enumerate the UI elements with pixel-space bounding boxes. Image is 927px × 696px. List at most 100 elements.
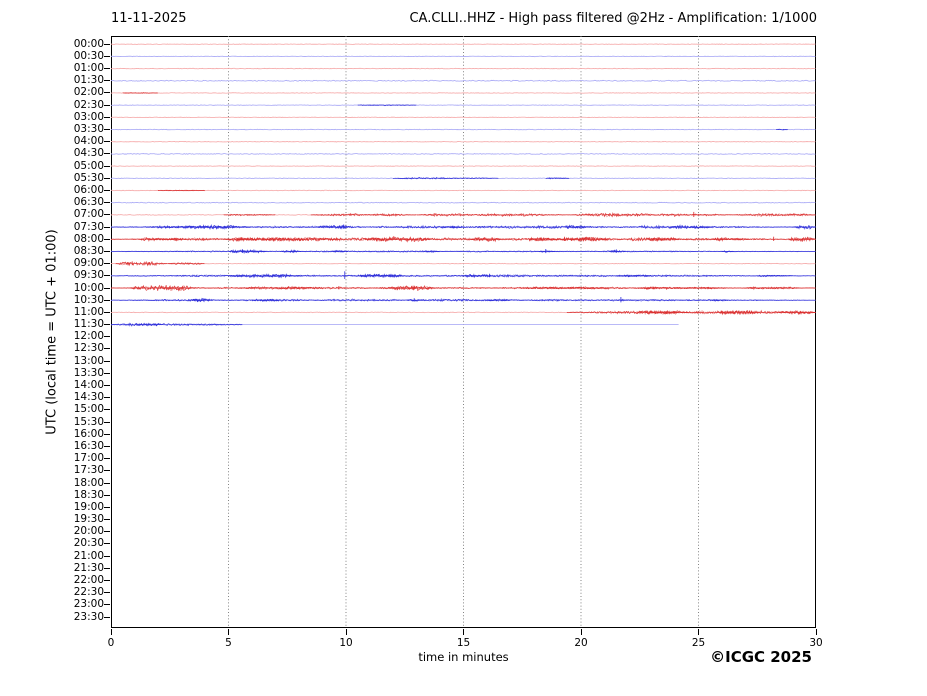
trace-path [111,263,815,264]
y-tick-mark [104,409,110,410]
y-tick-label: 16:00 [42,429,104,440]
x-tick-mark [816,629,817,635]
y-tick-mark [104,531,110,532]
chart-title: CA.CLLI..HHZ - High pass filtered @2Hz -… [409,11,817,26]
x-tick-label: 15 [449,637,479,649]
y-tick-label: 06:30 [42,197,104,208]
y-tick-label: 08:30 [42,246,104,257]
y-tick-label: 07:30 [42,222,104,233]
y-tick-label: 02:30 [42,100,104,111]
y-tick-mark [104,580,110,581]
y-tick-mark [104,604,110,605]
trace-path [111,105,815,106]
y-tick-mark [104,348,110,349]
y-tick-mark [104,239,110,240]
y-tick-mark [104,214,110,215]
y-tick-label: 17:30 [42,465,104,476]
y-tick-mark [104,153,110,154]
x-tick-mark [698,629,699,635]
trace-path [111,68,815,69]
y-tick-mark [104,190,110,191]
y-tick-mark [104,556,110,557]
y-tick-mark [104,300,110,301]
y-tick-label: 14:30 [42,392,104,403]
y-tick-mark [104,592,110,593]
y-tick-mark [104,44,110,45]
y-tick-label: 00:30 [42,51,104,62]
y-tick-label: 19:00 [42,502,104,513]
y-tick-label: 10:30 [42,295,104,306]
y-tick-label: 11:00 [42,307,104,318]
y-tick-label: 08:00 [42,234,104,245]
y-tick-mark [104,288,110,289]
y-tick-mark [104,361,110,362]
y-tick-mark [104,263,110,264]
x-tick-mark [463,629,464,635]
y-tick-label: 21:30 [42,563,104,574]
y-tick-mark [104,385,110,386]
trace-path [111,129,815,130]
y-tick-mark [104,141,110,142]
seismogram-canvas [111,36,816,628]
y-tick-label: 17:00 [42,453,104,464]
y-tick-label: 12:30 [42,343,104,354]
y-tick-mark [104,422,110,423]
y-tick-label: 15:30 [42,417,104,428]
y-tick-mark [104,80,110,81]
y-tick-mark [104,129,110,130]
y-tick-mark [104,507,110,508]
y-tick-mark [104,495,110,496]
trace-path [130,285,196,290]
seismogram-figure: 11-11-2025 CA.CLLI..HHZ - High pass filt… [0,0,927,696]
y-tick-mark [104,166,110,167]
y-tick-label: 02:00 [42,87,104,98]
y-tick-label: 09:30 [42,270,104,281]
trace-path [111,80,815,81]
y-tick-mark [104,458,110,459]
x-tick-label: 5 [214,637,244,649]
trace-path [111,154,815,155]
y-tick-mark [104,56,110,57]
y-tick-label: 06:00 [42,185,104,196]
y-tick-label: 03:00 [42,112,104,123]
y-tick-label: 20:00 [42,526,104,537]
trace-path [111,93,815,94]
y-tick-label: 05:00 [42,161,104,172]
y-tick-label: 12:00 [42,331,104,342]
y-tick-mark [104,178,110,179]
x-tick-mark [346,629,347,635]
y-tick-mark [104,227,110,228]
x-tick-mark [111,629,112,635]
y-tick-label: 11:30 [42,319,104,330]
y-tick-label: 03:30 [42,124,104,135]
y-tick-mark [104,336,110,337]
y-tick-mark [104,324,110,325]
y-tick-label: 10:00 [42,283,104,294]
x-tick-mark [228,629,229,635]
y-tick-mark [104,568,110,569]
x-tick-label: 0 [96,637,126,649]
y-tick-label: 23:00 [42,599,104,610]
y-tick-mark [104,397,110,398]
y-tick-mark [104,483,110,484]
y-tick-mark [104,251,110,252]
y-tick-label: 15:00 [42,404,104,415]
y-tick-label: 18:00 [42,478,104,489]
y-tick-mark [104,312,110,313]
y-tick-label: 13:00 [42,356,104,367]
y-tick-mark [104,105,110,106]
y-tick-label: 20:30 [42,538,104,549]
y-tick-mark [104,117,110,118]
trace-path [111,202,815,203]
y-tick-label: 22:30 [42,587,104,598]
copyright-label: ©ICGC 2025 [710,648,812,666]
y-tick-label: 23:30 [42,612,104,623]
y-tick-mark [104,519,110,520]
y-tick-label: 09:00 [42,258,104,269]
y-tick-mark [104,434,110,435]
x-tick-mark [581,629,582,635]
y-tick-mark [104,446,110,447]
date-label: 11-11-2025 [111,11,187,26]
y-tick-label: 22:00 [42,575,104,586]
y-tick-mark [104,202,110,203]
